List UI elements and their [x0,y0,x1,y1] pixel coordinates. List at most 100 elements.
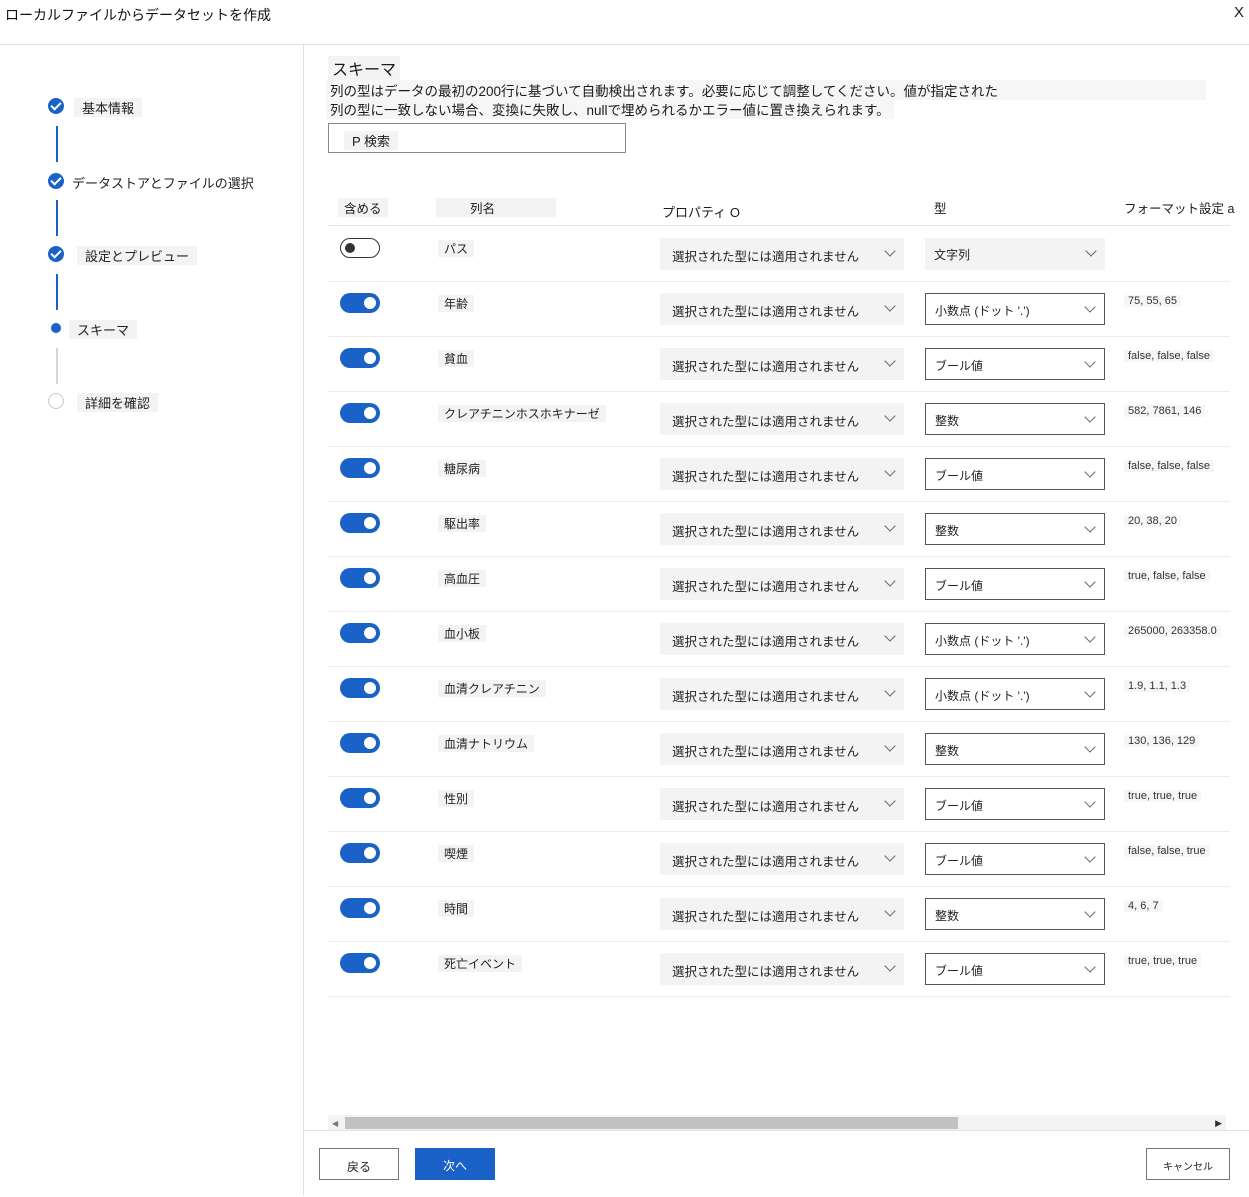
type-value: ブール値 [935,469,984,483]
chevron-down-icon [1084,796,1096,808]
table-row: 時間 選択された型には適用されません 整数 4, 6, 7 [328,886,1230,942]
column-name: 血小板 [438,625,487,642]
chevron-down-icon [884,795,896,807]
property-text: 選択された型には適用されません [672,855,860,869]
property-dropdown: 選択された型には適用されません [660,238,904,270]
step-label: 詳細を確認 [77,393,159,412]
include-toggle[interactable] [340,953,380,973]
format-preview: true, true, true [1124,790,1202,802]
chevron-down-icon [884,960,896,972]
include-toggle[interactable] [340,513,380,533]
type-dropdown[interactable]: 整数 [925,733,1105,765]
type-dropdown[interactable]: 整数 [925,403,1105,435]
column-name: 糖尿病 [438,460,487,477]
include-toggle[interactable] [340,403,380,423]
horizontal-scrollbar[interactable]: ◀ ▶ [328,1115,1226,1131]
include-toggle[interactable] [340,348,380,368]
column-name: 血清ナトリウム [438,735,535,752]
format-preview: 1.9, 1.1, 1.3 [1124,680,1191,692]
type-dropdown[interactable]: ブール値 [925,788,1105,820]
format-preview: 4, 6, 7 [1124,900,1163,912]
search-input[interactable]: P 検索 [328,123,626,153]
property-dropdown: 選択された型には適用されません [660,898,904,930]
type-dropdown[interactable]: 小数点 (ドット '.') [925,623,1105,655]
chevron-down-icon [1084,576,1096,588]
format-preview: 20, 38, 20 [1124,515,1181,527]
include-toggle[interactable] [340,568,380,588]
format-preview: true, true, true [1124,955,1202,967]
column-header-properties: プロパティ O [662,205,740,220]
type-value: 整数 [935,909,960,923]
include-toggle[interactable] [340,623,380,643]
table-row: 高血圧 選択された型には適用されません ブール値 true, false, false [328,556,1230,612]
chevron-down-icon [1084,301,1096,313]
table-row: 死亡イベント 選択された型には適用されません ブール値 true, true, tru… [328,941,1230,997]
type-value: ブール値 [935,854,984,868]
current-step-icon [48,320,64,336]
type-value: 整数 [935,524,960,538]
property-dropdown: 選択された型には適用されません [660,788,904,820]
property-dropdown: 選択された型には適用されません [660,568,904,600]
close-button[interactable]: X [1234,4,1244,21]
type-dropdown[interactable]: 小数点 (ドット '.') [925,293,1105,325]
table-row: クレアチニンホスホキナーゼ 選択された型には適用されません 整数 582, 7861,… [328,391,1230,447]
include-toggle[interactable] [340,458,380,478]
type-dropdown[interactable]: ブール値 [925,458,1105,490]
property-text: 選択された型には適用されません [672,525,860,539]
include-toggle[interactable] [340,678,380,698]
table-row: 性別 選択された型には適用されません ブール値 true, true, true [328,776,1230,832]
include-toggle[interactable] [340,843,380,863]
schema-panel: スキーマ 列の型はデータの最初の200行に基づいて自動検出されます。必要に応じて… [304,44,1249,1131]
property-dropdown: 選択された型には適用されません [660,458,904,490]
format-preview: false, false, true [1124,845,1210,857]
format-preview: 265000, 263358.0 [1124,625,1221,637]
format-preview: 75, 55, 65 [1124,295,1181,307]
type-dropdown: 文字列 [925,238,1105,270]
type-dropdown[interactable]: ブール値 [925,843,1105,875]
include-toggle[interactable] [340,898,380,918]
chevron-down-icon [1084,686,1096,698]
step-connector [56,348,58,384]
type-value: 整数 [935,414,960,428]
type-value: 小数点 (ドット '.') [935,304,1030,318]
scroll-left-icon[interactable]: ◀ [332,1119,338,1128]
back-button[interactable]: 戻る [319,1148,399,1180]
cancel-button[interactable]: キャンセル [1146,1148,1230,1180]
step-label: データストアとファイルの選択 [72,176,254,191]
include-toggle[interactable] [340,788,380,808]
include-toggle[interactable] [340,733,380,753]
property-text: 選択された型には適用されません [672,910,860,924]
chevron-down-icon [1084,741,1096,753]
type-value: 文字列 [934,248,971,262]
table-row: 駆出率 選択された型には適用されません 整数 20, 38, 20 [328,501,1230,557]
chevron-down-icon [884,575,896,587]
type-dropdown[interactable]: ブール値 [925,953,1105,985]
format-preview: false, false, false [1124,460,1214,472]
step-connector [56,126,58,162]
property-dropdown: 選択された型には適用されません [660,403,904,435]
chevron-down-icon [1084,521,1096,533]
chevron-down-icon [884,850,896,862]
next-button[interactable]: 次へ [415,1148,495,1180]
property-dropdown: 選択された型には適用されません [660,843,904,875]
type-dropdown[interactable]: ブール値 [925,568,1105,600]
include-toggle[interactable] [340,293,380,313]
description-line-2: 列の型に一致しない場合、変換に失敗し、nullで埋められるかエラー値に置き換えら… [326,99,894,119]
type-value: 整数 [935,744,960,758]
dialog-footer: 戻る 次へ キャンセル [304,1130,1249,1197]
type-dropdown[interactable]: ブール値 [925,348,1105,380]
type-dropdown[interactable]: 小数点 (ドット '.') [925,678,1105,710]
chevron-down-icon [1084,631,1096,643]
property-dropdown: 選択された型には適用されません [660,513,904,545]
column-header-type: 型 [934,202,947,216]
include-toggle[interactable] [340,238,380,258]
step-label: 基本情報 [74,98,143,117]
scroll-right-icon[interactable]: ▶ [1215,1118,1222,1129]
type-dropdown[interactable]: 整数 [925,898,1105,930]
type-dropdown[interactable]: 整数 [925,513,1105,545]
format-preview: 130, 136, 129 [1124,735,1200,747]
scrollbar-thumb[interactable] [345,1117,958,1129]
pending-step-icon [48,393,64,409]
table-row: 血清クレアチニン 選択された型には適用されません 小数点 (ドット '.') 1.9,… [328,666,1230,722]
property-dropdown: 選択された型には適用されません [660,678,904,710]
